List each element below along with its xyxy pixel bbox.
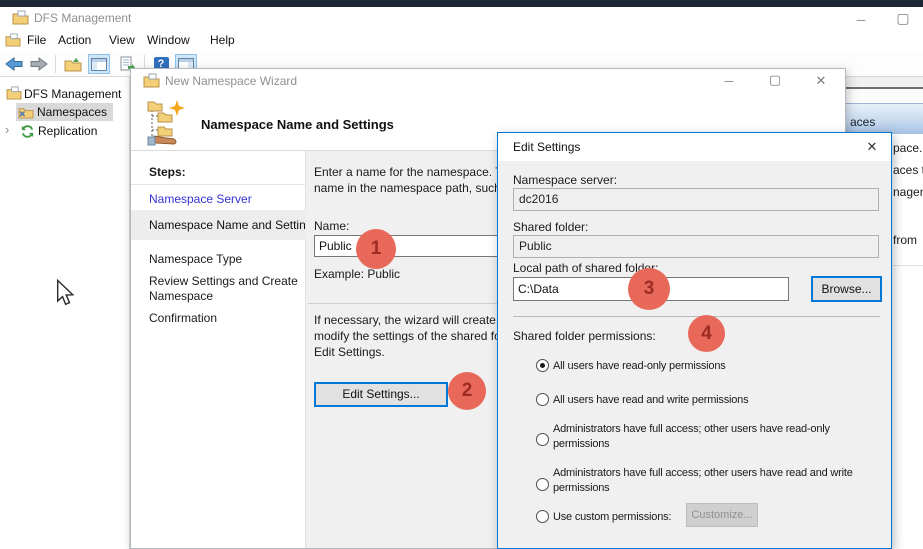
close-icon[interactable]: ✕: [861, 137, 883, 157]
edit-settings-title: Edit Settings: [513, 140, 580, 154]
shared-folder-field: Public: [513, 235, 879, 258]
edit-settings-button[interactable]: Edit Settings...: [314, 382, 448, 407]
radio-admin-full-others-read-write[interactable]: [536, 478, 549, 491]
maximize-icon[interactable]: ▢: [760, 70, 790, 90]
wizard-steps-panel: Steps: Namespace Server Namespace Name a…: [131, 151, 306, 548]
step-confirmation: Confirmation: [149, 311, 217, 325]
actions-pane-header: aces: [846, 103, 923, 134]
annotation-circle-4: 4: [688, 315, 725, 352]
annotation-circle-3: 3: [628, 268, 670, 310]
app-folder-icon: [12, 10, 29, 25]
replication-icon: [20, 124, 35, 139]
content-divider: [308, 303, 498, 304]
steps-divider: [131, 184, 306, 185]
action-item-fragment[interactable]: from: [893, 233, 917, 247]
window-top-strip: [0, 0, 923, 7]
child-window-folder-icon: [5, 33, 21, 47]
action-item-fragment[interactable]: nagen: [893, 185, 923, 199]
annotation-circle-2: 2: [448, 372, 486, 410]
forward-icon[interactable]: [28, 54, 50, 74]
namespace-server-field: dc2016: [513, 188, 879, 211]
permissions-heading: Shared folder permissions:: [513, 329, 656, 343]
window-title: DFS Management: [34, 11, 131, 25]
radio-custom-permissions[interactable]: [536, 510, 549, 523]
radio-label[interactable]: All users have read-only permissions: [553, 359, 889, 374]
radio-read-write[interactable]: [536, 393, 549, 406]
maximize-icon[interactable]: ▢: [888, 8, 918, 28]
radio-label[interactable]: Administrators have full access; other u…: [553, 422, 889, 452]
radio-read-only[interactable]: [536, 359, 549, 372]
steps-heading: Steps:: [149, 165, 186, 179]
main-window-titlebar: DFS Management ─ ▢: [0, 7, 923, 30]
customize-button: Customize...: [686, 503, 758, 527]
browse-button[interactable]: Browse...: [811, 276, 882, 302]
minimize-icon[interactable]: ─: [714, 71, 744, 91]
mouse-cursor: [56, 279, 75, 306]
namespaces-icon: [18, 105, 34, 119]
example-text: Example: Public: [314, 267, 400, 281]
step-current-highlight: Namespace Name and Settings: [131, 210, 306, 240]
new-namespace-wizard-icon: [144, 98, 192, 148]
back-icon[interactable]: [3, 54, 25, 74]
background-band: [846, 77, 923, 87]
action-item-fragment[interactable]: aces t: [893, 163, 923, 177]
background-band: [846, 89, 923, 103]
radio-label[interactable]: Administrators have full access; other u…: [553, 466, 889, 496]
tree-item-label: DFS Management: [24, 87, 121, 101]
shared-folder-label: Shared folder:: [513, 220, 588, 234]
annotation-circle-1: 1: [356, 229, 396, 269]
console-tree-panel: DFS Management Namespaces › Replication: [0, 77, 130, 549]
wizard-title: New Namespace Wizard: [165, 74, 297, 88]
step-review-settings: Review Settings and Create Namespace: [149, 274, 311, 304]
tree-item-label: Replication: [38, 124, 97, 138]
menu-view[interactable]: View: [109, 33, 135, 47]
menu-window[interactable]: Window: [147, 33, 190, 47]
step-namespace-server[interactable]: Namespace Server: [149, 192, 252, 206]
minimize-icon[interactable]: ─: [846, 10, 876, 30]
chevron-right-icon[interactable]: ›: [5, 122, 9, 137]
step-namespace-type: Namespace Type: [149, 252, 242, 266]
close-icon[interactable]: ✕: [806, 71, 836, 91]
edit-settings-titlebar: Edit Settings ✕: [498, 133, 891, 161]
namespace-server-label: Namespace server:: [513, 173, 617, 187]
wizard-page-title: Namespace Name and Settings: [201, 117, 394, 132]
menu-bar: File Action View Window Help: [0, 30, 923, 52]
radio-label[interactable]: All users have read and write permission…: [553, 393, 889, 408]
toolbar-separator: [55, 55, 56, 73]
name-label: Name:: [314, 219, 349, 233]
screen: DFS Management ─ ▢ File Action View Wind…: [0, 0, 923, 549]
action-item-fragment[interactable]: pace...: [893, 141, 923, 155]
dfs-management-icon: [6, 86, 22, 100]
wizard-titlebar: New Namespace Wizard ─ ▢ ✕: [131, 69, 845, 93]
menu-action[interactable]: Action: [58, 33, 91, 47]
console-tree-toggle-icon[interactable]: [88, 54, 110, 74]
open-folder-icon[interactable]: [62, 54, 84, 74]
wizard-folder-icon: [143, 73, 160, 88]
radio-admin-full-others-read-only[interactable]: [536, 433, 549, 446]
actions-pane-header-text: aces: [850, 115, 875, 129]
menu-help[interactable]: Help: [210, 33, 235, 47]
actions-pane-divider: [893, 265, 923, 266]
step-namespace-name-and-settings: Namespace Name and Settings: [149, 218, 318, 232]
tree-item-label: Namespaces: [37, 105, 107, 119]
menu-file[interactable]: File: [27, 33, 46, 47]
